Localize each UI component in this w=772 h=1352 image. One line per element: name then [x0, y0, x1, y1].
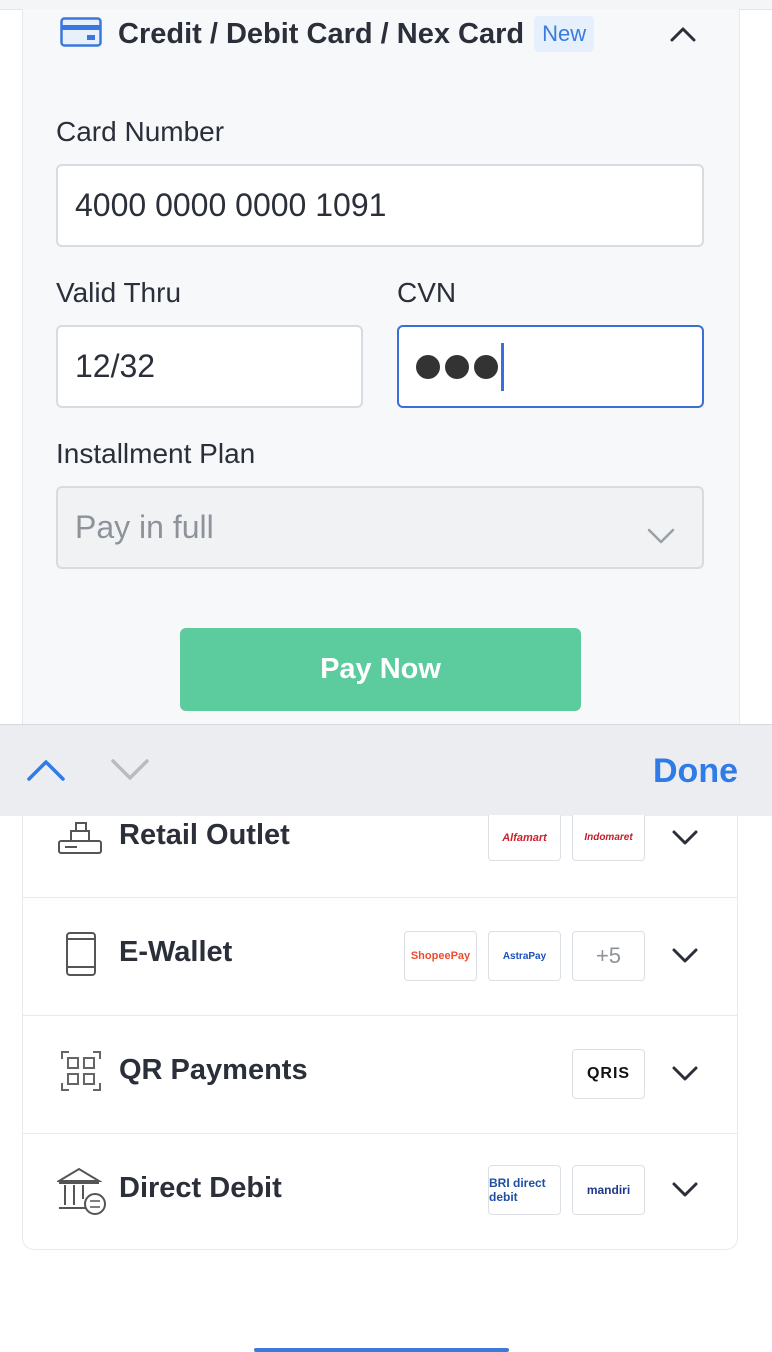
- payment-methods-list: Retail Outlet Alfamart Indomaret E-Walle…: [22, 815, 738, 1250]
- previous-field-chevron-up-icon[interactable]: [26, 757, 66, 788]
- card-section-title: Credit / Debit Card / Nex Card: [118, 17, 525, 50]
- method-name: Direct Debit: [119, 1172, 282, 1204]
- next-field-chevron-down-icon[interactable]: [110, 757, 150, 788]
- alfamart-logo: Alfamart: [488, 815, 561, 861]
- astrapay-logo: AstraPay: [488, 931, 561, 981]
- keyboard-toolbar: Done: [0, 724, 772, 816]
- mandiri-logo: mandiri: [572, 1165, 645, 1215]
- chevron-down-icon[interactable]: [671, 829, 699, 852]
- method-name: E-Wallet: [119, 936, 233, 968]
- installment-select[interactable]: Pay in full: [56, 486, 704, 569]
- collapse-chevron-up-icon[interactable]: [668, 24, 698, 49]
- chevron-down-icon[interactable]: [671, 1065, 699, 1088]
- card-number-label: Card Number: [56, 116, 225, 147]
- masked-cvn: [416, 342, 504, 391]
- chevron-down-icon[interactable]: [671, 947, 699, 970]
- valid-thru-value: 12/32: [75, 348, 156, 384]
- chevron-down-icon: [646, 516, 676, 553]
- method-row-direct-debit[interactable]: Direct Debit BRI direct debit mandiri: [23, 1133, 737, 1249]
- installment-value: Pay in full: [75, 509, 214, 545]
- cash-register-icon: [57, 821, 103, 860]
- qris-logo: QRIS: [572, 1049, 645, 1099]
- valid-thru-input[interactable]: 12/32: [56, 325, 363, 408]
- text-caret: [501, 342, 504, 391]
- indomaret-logo: Indomaret: [572, 815, 645, 861]
- home-indicator: [254, 1348, 509, 1352]
- method-name: QR Payments: [119, 1054, 308, 1086]
- card-section-header[interactable]: Credit / Debit Card / Nex Card New: [60, 16, 595, 52]
- bri-direct-debit-logo: BRI direct debit: [488, 1165, 561, 1215]
- more-wallets-count: +5: [572, 931, 645, 981]
- card-number-value: 4000 0000 0000 1091: [75, 187, 387, 223]
- valid-thru-label: Valid Thru: [56, 277, 182, 308]
- credit-card-icon: [60, 16, 102, 52]
- method-row-retail-outlet[interactable]: Retail Outlet Alfamart Indomaret: [23, 815, 737, 898]
- card-number-input[interactable]: 4000 0000 0000 1091: [56, 164, 704, 247]
- chevron-down-icon[interactable]: [671, 1181, 699, 1204]
- cvn-input[interactable]: [397, 325, 704, 408]
- done-button[interactable]: Done: [653, 752, 738, 791]
- pay-now-button[interactable]: Pay Now: [180, 628, 581, 711]
- new-badge: New: [534, 16, 595, 52]
- shopeepay-logo: ShopeePay: [404, 931, 477, 981]
- phone-icon: [65, 931, 97, 982]
- qr-icon: [61, 1051, 101, 1096]
- installment-label: Installment Plan: [56, 438, 256, 469]
- bank-icon: [55, 1167, 107, 1220]
- method-row-qr-payments[interactable]: QR Payments QRIS: [23, 1015, 737, 1134]
- cvn-label: CVN: [397, 277, 457, 308]
- method-row-e-wallet[interactable]: E-Wallet ShopeePay AstraPay +5: [23, 897, 737, 1016]
- method-name: Retail Outlet: [119, 819, 290, 851]
